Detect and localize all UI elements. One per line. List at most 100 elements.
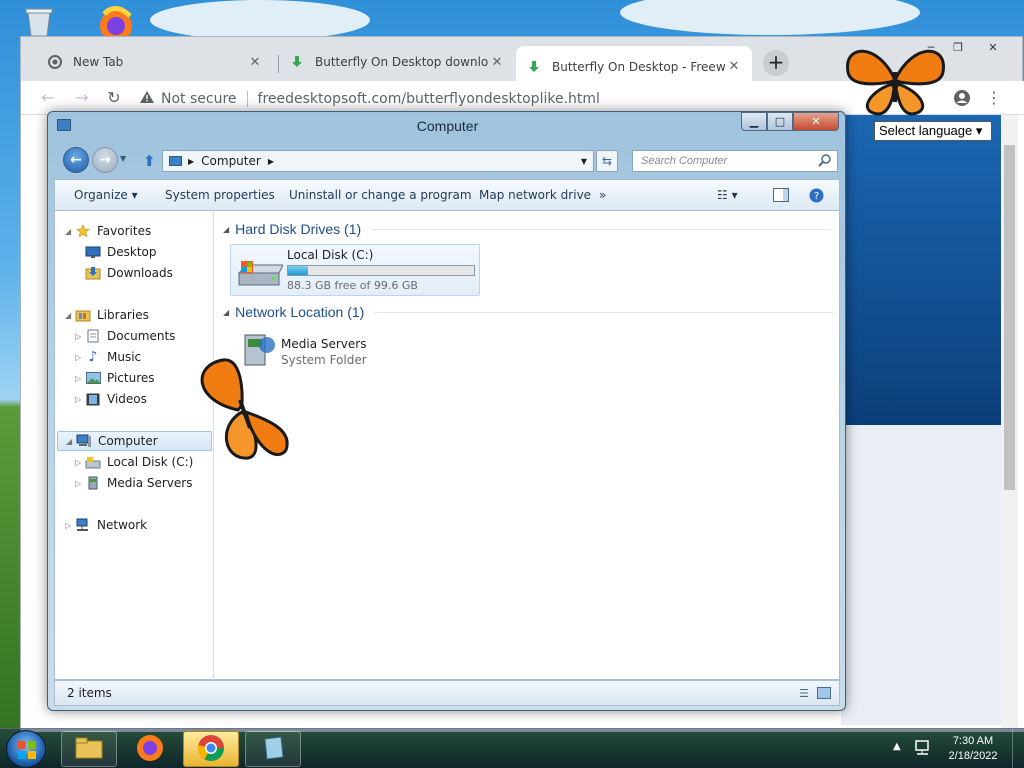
expand-arrow-icon[interactable]: ◢: [65, 311, 75, 320]
group-collapse-icon[interactable]: ◢: [223, 225, 229, 234]
group-heading: Hard Disk Drives (1): [235, 221, 362, 237]
tab-new-tab[interactable]: New Tab ✕: [37, 46, 273, 78]
disk-usage-bar: [287, 265, 475, 276]
expand-arrow-icon[interactable]: ◢: [65, 227, 75, 236]
group-network-location[interactable]: ◢ Network Location (1): [223, 304, 835, 320]
nav-label: Media Servers: [107, 476, 193, 490]
content-pane: ◢ Hard Disk Drives (1) Local Disk (C:) 8…: [215, 211, 839, 681]
close-icon[interactable]: ✕: [726, 59, 742, 74]
map-network-drive-button[interactable]: Map network drive: [479, 188, 591, 202]
group-divider: [374, 311, 835, 313]
language-select[interactable]: Select language ▾: [874, 121, 992, 141]
nav-local-disk[interactable]: ▷ Local Disk (C:): [75, 452, 193, 472]
star-icon: [75, 224, 91, 238]
address-text[interactable]: Computer: [201, 154, 261, 168]
forward-button[interactable]: →: [92, 147, 118, 173]
close-icon[interactable]: ✕: [247, 55, 263, 70]
collapse-arrow-icon[interactable]: ▷: [65, 521, 75, 530]
expand-arrow-icon[interactable]: ◢: [66, 437, 76, 446]
address-dropdown-icon[interactable]: ▼: [581, 157, 587, 166]
nav-network[interactable]: ▷ Network: [65, 515, 147, 535]
taskbar-chrome[interactable]: [183, 731, 239, 767]
collapse-arrow-icon[interactable]: ▷: [75, 458, 85, 467]
nav-pictures[interactable]: ▷ Pictures: [75, 368, 155, 388]
chrome-icon: [47, 54, 63, 70]
group-collapse-icon[interactable]: ◢: [223, 308, 229, 317]
nav-desktop[interactable]: Desktop: [85, 242, 157, 262]
butterfly-icon[interactable]: [838, 42, 953, 120]
close-icon[interactable]: ✕: [489, 55, 505, 70]
profile-icon[interactable]: [951, 87, 973, 109]
tab-title: Butterfly On Desktop download p: [315, 55, 489, 69]
nav-downloads[interactable]: Downloads: [85, 263, 173, 283]
show-desktop-button[interactable]: [1012, 729, 1024, 768]
hard-drive-large-icon: [235, 259, 284, 292]
preview-pane-icon[interactable]: [773, 188, 789, 205]
collapse-arrow-icon[interactable]: ▷: [75, 374, 85, 383]
details-view-icon[interactable]: ☰: [799, 687, 809, 700]
organize-button[interactable]: Organize ▾: [74, 188, 138, 202]
show-hidden-icons[interactable]: ▲: [893, 741, 901, 752]
scrollbar-thumb[interactable]: [1004, 145, 1015, 490]
disk-name: Local Disk (C:): [287, 248, 374, 262]
taskbar-clock[interactable]: 7:30 AM 2/18/2022: [938, 734, 1008, 764]
desktop-cloud: [620, 0, 920, 35]
reload-icon[interactable]: ↻: [103, 87, 125, 109]
item-count: 2 items: [67, 686, 112, 700]
local-disk-item[interactable]: Local Disk (C:) 88.3 GB free of 99.6 GB: [230, 244, 480, 296]
network-tray-icon[interactable]: [914, 739, 932, 760]
search-input[interactable]: Search Computer: [632, 150, 838, 172]
breadcrumb-arrow-icon: ▶: [267, 156, 274, 166]
address-bar[interactable]: ▶ Computer ▶ ▼: [162, 150, 594, 172]
security-label[interactable]: Not secure: [161, 91, 237, 107]
taskbar-explorer[interactable]: [61, 731, 117, 767]
url-text[interactable]: freedesktopsoft.com/butterflyondesktopli…: [258, 91, 600, 107]
firefox-desktop-icon[interactable]: [94, 6, 138, 42]
taskbar-butterfly-app[interactable]: [245, 731, 301, 767]
nav-documents[interactable]: ▷ Documents: [75, 326, 175, 346]
view-options-icon[interactable]: ☷ ▾: [717, 188, 738, 202]
collapse-arrow-icon[interactable]: ▷: [75, 395, 85, 404]
nav-videos[interactable]: ▷ Videos: [75, 389, 147, 409]
recycle-bin-icon[interactable]: [22, 6, 56, 37]
videos-icon: [85, 392, 101, 406]
nav-media-servers[interactable]: ▷ Media Servers: [75, 473, 192, 493]
refresh-button[interactable]: ⇆: [596, 150, 618, 172]
minimize-button[interactable]: ▁: [741, 112, 767, 131]
help-icon[interactable]: ?: [809, 188, 824, 206]
uninstall-program-button[interactable]: Uninstall or change a program: [289, 188, 472, 202]
more-commands-button[interactable]: »: [599, 188, 606, 202]
explorer-body: ◢ Favorites Desktop Downloads ◢ Librarie…: [54, 210, 840, 681]
close-window-icon[interactable]: ✕: [981, 39, 1005, 57]
forward-icon[interactable]: →: [71, 87, 93, 109]
butterfly-icon[interactable]: [198, 350, 293, 468]
taskbar-firefox[interactable]: [122, 731, 178, 767]
large-icons-view-icon[interactable]: [817, 687, 831, 702]
back-button[interactable]: ←: [63, 147, 89, 173]
nav-favorites[interactable]: ◢ Favorites: [65, 221, 151, 241]
group-hard-disk[interactable]: ◢ Hard Disk Drives (1): [223, 221, 832, 237]
omnibox[interactable]: Not secure freedesktopsoft.com/butterfly…: [139, 88, 839, 110]
breadcrumb-arrow-icon: ▶: [188, 156, 195, 166]
back-icon[interactable]: ←: [37, 87, 59, 109]
collapse-arrow-icon[interactable]: ▷: [75, 353, 85, 362]
media-server-type: System Folder: [281, 353, 367, 367]
menu-icon[interactable]: ⋮: [983, 87, 1005, 109]
nav-music[interactable]: ▷ ♪ Music: [75, 347, 141, 367]
start-button[interactable]: [6, 730, 46, 768]
window-title: Computer: [416, 118, 479, 134]
hard-drive-icon: [85, 455, 101, 469]
system-properties-button[interactable]: System properties: [165, 188, 275, 202]
new-tab-button[interactable]: +: [763, 50, 789, 76]
up-arrow-icon[interactable]: ⬆: [143, 152, 156, 170]
nav-label: Network: [97, 518, 148, 532]
collapse-arrow-icon[interactable]: ▷: [75, 479, 85, 488]
history-dropdown-icon[interactable]: ▼: [120, 154, 126, 163]
nav-computer[interactable]: ◢ Computer: [57, 431, 212, 451]
download-icon: [526, 59, 542, 75]
maximize-button[interactable]: □: [767, 112, 793, 131]
close-button[interactable]: ✕: [793, 112, 839, 131]
nav-libraries[interactable]: ◢ Libraries: [65, 305, 149, 325]
collapse-arrow-icon[interactable]: ▷: [75, 332, 85, 341]
tab-butterfly-download[interactable]: Butterfly On Desktop download p ✕: [279, 46, 515, 78]
